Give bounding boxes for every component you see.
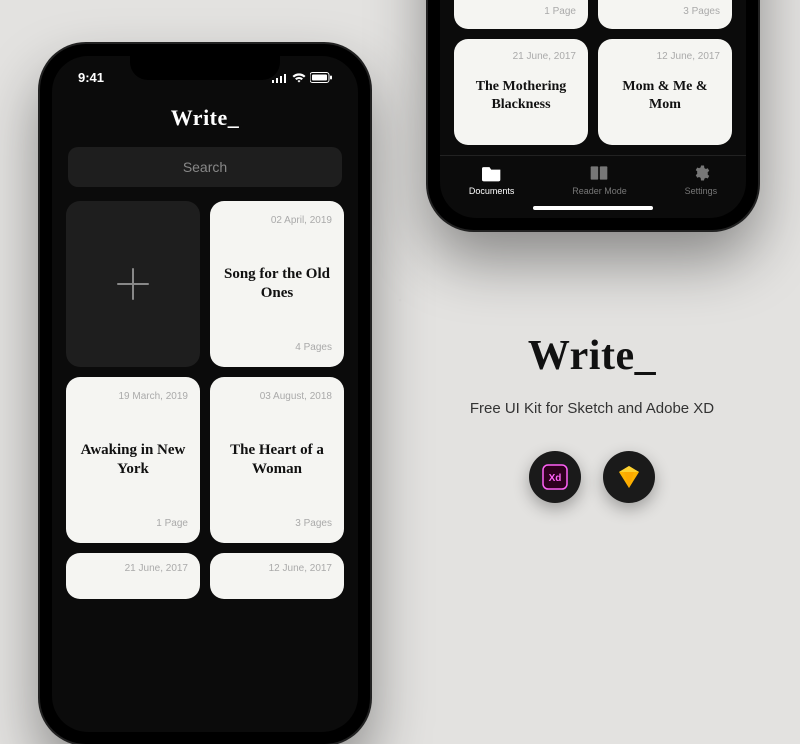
card-date: 02 April, 2019	[222, 215, 332, 226]
document-card[interactable]: 1 Page	[454, 0, 588, 29]
phone-mockup-left: 9:41 Write_ Search 02 April, 2019 Song f…	[40, 44, 370, 744]
card-title: Song for the Old Ones	[222, 265, 332, 303]
document-card[interactable]: 21 June, 2017 The Mothering Blackness	[454, 39, 588, 145]
tab-documents[interactable]: Documents	[469, 164, 515, 196]
card-title: Mom & Me & Mom	[610, 78, 720, 113]
promo-subtitle: Free UI Kit for Sketch and Adobe XD	[442, 400, 742, 417]
card-pages: 1 Page	[78, 518, 188, 529]
folder-icon	[482, 164, 502, 182]
card-date: 21 June, 2017	[78, 563, 188, 574]
tab-label: Settings	[685, 186, 718, 196]
status-time: 9:41	[78, 70, 104, 85]
document-card[interactable]: 02 April, 2019 Song for the Old Ones 4 P…	[210, 201, 344, 367]
phone-notch	[130, 56, 280, 80]
book-icon	[589, 164, 609, 182]
document-card[interactable]: 3 Pages	[598, 0, 732, 29]
tab-reader-mode[interactable]: Reader Mode	[572, 164, 627, 196]
card-title: The Mothering Blackness	[466, 78, 576, 113]
card-title: Awaking in New York	[78, 441, 188, 479]
gear-icon	[691, 164, 711, 182]
search-input[interactable]: Search	[68, 147, 342, 187]
document-card[interactable]: 12 June, 2017	[210, 553, 344, 599]
home-indicator[interactable]	[533, 206, 653, 210]
card-pages: 3 Pages	[610, 6, 720, 17]
adobe-xd-badge[interactable]: Xd	[529, 451, 581, 503]
new-document-card[interactable]	[66, 201, 200, 367]
promo-block: Write_ Free UI Kit for Sketch and Adobe …	[442, 332, 742, 503]
status-indicators	[272, 72, 332, 83]
card-title: The Heart of a Woman	[222, 441, 332, 479]
card-pages: 3 Pages	[222, 518, 332, 529]
card-pages: 4 Pages	[222, 342, 332, 353]
document-card[interactable]: 19 March, 2019 Awaking in New York 1 Pag…	[66, 377, 200, 543]
card-date: 12 June, 2017	[610, 51, 720, 62]
tab-bar: Documents Reader Mode Settings	[440, 155, 746, 200]
card-pages: 1 Page	[466, 6, 576, 17]
document-card[interactable]: 21 June, 2017	[66, 553, 200, 599]
svg-text:Xd: Xd	[549, 473, 562, 484]
card-date: 03 August, 2018	[222, 391, 332, 402]
sketch-icon	[615, 464, 643, 490]
card-date: 21 June, 2017	[466, 51, 576, 62]
plus-icon	[112, 263, 154, 305]
document-card[interactable]: 03 August, 2018 The Heart of a Woman 3 P…	[210, 377, 344, 543]
wifi-icon	[292, 73, 306, 83]
app-title: Write_	[52, 105, 358, 131]
tab-settings[interactable]: Settings	[685, 164, 718, 196]
card-date: 19 March, 2019	[78, 391, 188, 402]
promo-title: Write_	[442, 332, 742, 380]
phone-mockup-right: 1 Page 3 Pages 21 June, 2017 The Motheri…	[428, 0, 758, 230]
tab-label: Documents	[469, 186, 515, 196]
tab-label: Reader Mode	[572, 186, 627, 196]
adobe-xd-icon: Xd	[542, 464, 568, 490]
document-card[interactable]: 12 June, 2017 Mom & Me & Mom	[598, 39, 732, 145]
battery-icon	[310, 72, 332, 83]
card-date: 12 June, 2017	[222, 563, 332, 574]
sketch-badge[interactable]	[603, 451, 655, 503]
